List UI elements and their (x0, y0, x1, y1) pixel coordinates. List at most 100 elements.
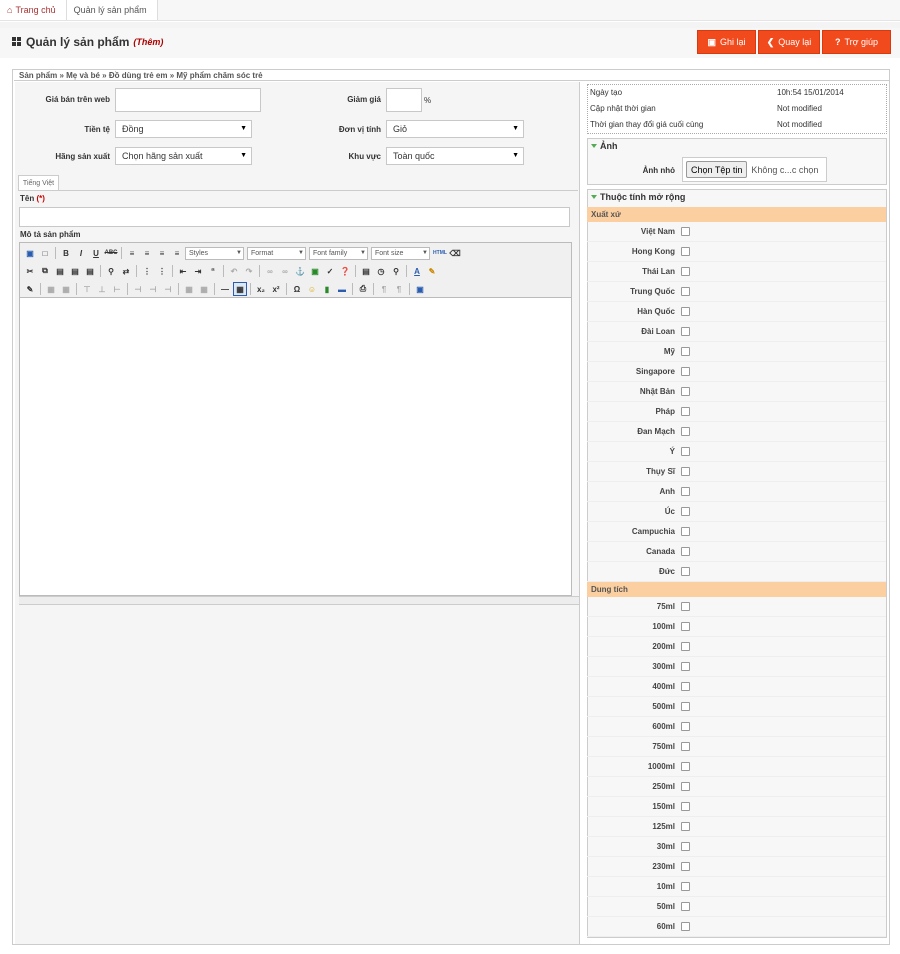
option-checkbox[interactable] (681, 642, 690, 651)
help-button[interactable]: ? Trợ giúp (822, 30, 891, 54)
anchor-icon[interactable]: ⚓ (293, 264, 307, 278)
option-checkbox[interactable] (681, 407, 690, 416)
merge-cells-icon[interactable]: ▦ (197, 282, 211, 296)
italic-icon[interactable]: I (74, 246, 88, 260)
unlink-icon[interactable]: ∞ (278, 264, 292, 278)
option-checkbox[interactable] (681, 742, 690, 751)
option-checkbox[interactable] (681, 662, 690, 671)
table-icon[interactable]: ▦ (44, 282, 58, 296)
option-checkbox[interactable] (681, 602, 690, 611)
option-checkbox[interactable] (681, 567, 690, 576)
option-checkbox[interactable] (681, 447, 690, 456)
image-icon[interactable]: ▣ (308, 264, 322, 278)
currency-select[interactable]: Đồng ▼ (115, 120, 252, 138)
option-checkbox[interactable] (681, 882, 690, 891)
align-left-icon[interactable]: ≡ (125, 246, 139, 260)
row-after-icon[interactable]: ⊥ (95, 282, 109, 296)
horizontal-rule-icon[interactable]: — (218, 282, 232, 296)
bullet-list-icon[interactable]: ⋮ (140, 264, 154, 278)
breadcrumb-home[interactable]: ⌂ Trang chủ (0, 0, 67, 20)
rtl-icon[interactable]: ¶ (392, 282, 406, 296)
option-checkbox[interactable] (681, 702, 690, 711)
thumb-file-input[interactable]: Chọn Tệp tin Không c...c chọn (682, 157, 827, 182)
redo-icon[interactable]: ↷ (242, 264, 256, 278)
unit-select[interactable]: Giỏ ▼ (386, 120, 524, 138)
delete-row-icon[interactable]: ⊢ (110, 282, 124, 296)
bold-icon[interactable]: B (59, 246, 73, 260)
table-props-icon[interactable]: ▦ (59, 282, 73, 296)
option-checkbox[interactable] (681, 267, 690, 276)
code-icon[interactable]: ▤ (359, 264, 373, 278)
pagebreak-icon[interactable]: ▬ (335, 282, 349, 296)
text-color-icon[interactable]: A (410, 264, 424, 278)
cut-icon[interactable]: ✂ (23, 264, 37, 278)
print-icon[interactable]: ⎙ (356, 282, 370, 296)
web-price-input[interactable] (115, 88, 261, 112)
delete-col-icon[interactable]: ⊣ (161, 282, 175, 296)
option-checkbox[interactable] (681, 862, 690, 871)
option-checkbox[interactable] (681, 387, 690, 396)
align-justify-icon[interactable]: ≡ (170, 246, 184, 260)
media-icon[interactable]: ▮ (320, 282, 334, 296)
extended-section-title[interactable]: Thuộc tính mở rộng (587, 192, 685, 202)
option-checkbox[interactable] (681, 467, 690, 476)
indent-icon[interactable]: ⇥ (191, 264, 205, 278)
row-before-icon[interactable]: ⊤ (80, 282, 94, 296)
fullscreen-icon[interactable]: ▣ (413, 282, 427, 296)
option-checkbox[interactable] (681, 247, 690, 256)
new-document-icon[interactable]: □ (38, 246, 52, 260)
special-char-icon[interactable]: Ω (290, 282, 304, 296)
option-checkbox[interactable] (681, 287, 690, 296)
styles-select[interactable]: Styles ▼ (185, 246, 244, 260)
option-checkbox[interactable] (681, 682, 690, 691)
option-checkbox[interactable] (681, 427, 690, 436)
emoticon-icon[interactable]: ☺ (305, 282, 319, 296)
underline-icon[interactable]: U (89, 246, 103, 260)
option-checkbox[interactable] (681, 347, 690, 356)
bg-color-icon[interactable]: ✎ (425, 264, 439, 278)
paste-word-icon[interactable]: ▤ (83, 264, 97, 278)
option-checkbox[interactable] (681, 922, 690, 931)
replace-icon[interactable]: ⇄ (119, 264, 133, 278)
cleanup-icon[interactable]: ✓ (323, 264, 337, 278)
font-size-select[interactable]: Font size ▼ (371, 246, 430, 260)
font-family-select[interactable]: Font family ▼ (309, 246, 368, 260)
description-editor[interactable]: ▣ □ B I U ABC ≡ ≡ ≡ ≡ Styles ▼ Format ▼ Fo… (19, 242, 572, 596)
name-input[interactable] (19, 207, 570, 227)
format-select[interactable]: Format ▼ (247, 246, 306, 260)
numbered-list-icon[interactable]: ⋮ (155, 264, 169, 278)
option-checkbox[interactable] (681, 487, 690, 496)
discount-input[interactable] (386, 88, 422, 112)
superscript-icon[interactable]: x² (269, 282, 283, 296)
strikethrough-icon[interactable]: ABC (104, 246, 118, 260)
manufacturer-select[interactable]: Chọn hãng sản xuất ▼ (115, 147, 252, 165)
col-after-icon[interactable]: ⊣ (146, 282, 160, 296)
find-icon[interactable]: ⚲ (104, 264, 118, 278)
blockquote-icon[interactable]: “ (206, 264, 220, 278)
split-cells-icon[interactable]: ▦ (182, 282, 196, 296)
option-checkbox[interactable] (681, 547, 690, 556)
option-checkbox[interactable] (681, 227, 690, 236)
time-icon[interactable]: ◷ (374, 264, 388, 278)
col-before-icon[interactable]: ⊣ (131, 282, 145, 296)
option-checkbox[interactable] (681, 902, 690, 911)
subscript-icon[interactable]: x₂ (254, 282, 268, 296)
align-right-icon[interactable]: ≡ (155, 246, 169, 260)
save-button[interactable]: ▣ Ghi lại (697, 30, 756, 54)
option-checkbox[interactable] (681, 822, 690, 831)
image-section-title[interactable]: Ảnh (587, 141, 618, 151)
option-checkbox[interactable] (681, 722, 690, 731)
paste-text-icon[interactable]: ▤ (68, 264, 82, 278)
help-icon[interactable]: ❓ (338, 264, 352, 278)
option-checkbox[interactable] (681, 367, 690, 376)
ltr-icon[interactable]: ¶ (377, 282, 391, 296)
back-button[interactable]: ❮ Quay lại (758, 30, 820, 54)
align-center-icon[interactable]: ≡ (140, 246, 154, 260)
option-checkbox[interactable] (681, 307, 690, 316)
option-checkbox[interactable] (681, 327, 690, 336)
option-checkbox[interactable] (681, 527, 690, 536)
preview-icon[interactable]: ⚲ (389, 264, 403, 278)
tab-vietnamese[interactable]: Tiếng Việt (18, 175, 59, 191)
choose-file-button[interactable]: Chọn Tệp tin (686, 161, 748, 178)
visual-aid-icon[interactable]: ▦ (233, 282, 247, 296)
